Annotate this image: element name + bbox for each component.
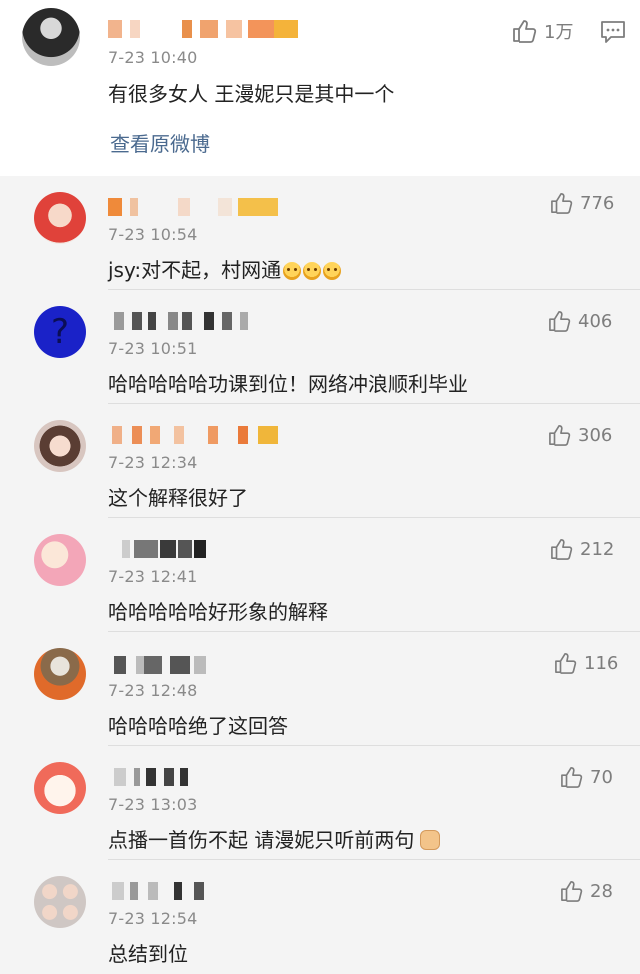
cartoon-face-avatar[interactable]	[34, 762, 86, 814]
comment-like-button[interactable]: 306	[548, 424, 612, 446]
comment-like-button[interactable]: 28	[560, 880, 613, 902]
comment-text: jsy:对不起，村网通	[108, 254, 342, 283]
comment-like-count: 776	[580, 192, 615, 214]
commenter-name[interactable]	[108, 656, 208, 674]
cartoon-boy-avatar[interactable]	[34, 534, 86, 586]
commenter-name[interactable]	[108, 198, 278, 216]
doge-emoji-icon	[323, 262, 342, 280]
red-hair-girl-avatar[interactable]	[34, 192, 86, 244]
comment-like-button[interactable]: 212	[550, 538, 614, 560]
comment-time: 7-23 12:41	[108, 567, 198, 586]
comment-text: 哈哈哈哈哈功课到位！网络冲浪顺利毕业	[108, 372, 468, 396]
comment-item: 7-23 10:54 jsy:对不起，村网通 776	[0, 176, 640, 290]
original-comment: 7-23 10:40 有很多女人 王漫妮只是其中一个 查看原微博 1万	[0, 0, 640, 176]
thumb-up-icon	[555, 653, 577, 674]
post-author-avatar[interactable]	[22, 8, 80, 66]
commenter-name[interactable]	[108, 882, 208, 900]
commenter-name[interactable]	[108, 768, 188, 786]
thumb-up-icon	[551, 193, 573, 214]
comment-time: 7-23 10:51	[108, 339, 198, 358]
comment-time: 7-23 13:03	[108, 795, 198, 814]
thumb-up-icon	[561, 767, 583, 788]
comment-time: 7-23 12:34	[108, 453, 198, 472]
post-text: 有很多女人 王漫妮只是其中一个	[108, 82, 395, 106]
comment-text: 哈哈哈哈哈好形象的解释	[108, 600, 328, 624]
doge-emoji-icon	[303, 262, 322, 280]
comment-like-count: 306	[578, 424, 613, 446]
thumb-up-icon	[551, 539, 573, 560]
comment-text: 总结到位	[108, 942, 188, 966]
thumb-up-icon	[549, 425, 571, 446]
group-photo-avatar[interactable]	[34, 876, 86, 928]
comment-like-button[interactable]: 776	[550, 192, 614, 214]
thumb-up-icon	[561, 881, 583, 902]
comment-text-content: jsy:对不起，村网通	[108, 258, 282, 282]
comment-like-count: 70	[590, 766, 613, 788]
comment-like-button[interactable]: 406	[548, 310, 612, 332]
comment-item: 7-23 12:48 哈哈哈哈绝了这回答 116	[0, 632, 640, 746]
comment-text-content: 点播一首伤不起 请漫妮只听前两句	[108, 828, 415, 852]
question-mark-avatar[interactable]: ?	[34, 306, 86, 358]
comment-text: 点播一首伤不起 请漫妮只听前两句	[108, 824, 441, 853]
comment-item: 7-23 12:41 哈哈哈哈哈好形象的解释 212	[0, 518, 640, 632]
comment-like-button[interactable]: 116	[554, 652, 618, 674]
comment-like-count: 406	[578, 310, 613, 332]
commenter-name[interactable]	[108, 426, 278, 444]
comment-like-count: 28	[590, 880, 613, 902]
post-author-name[interactable]	[108, 20, 298, 38]
comment-like-button[interactable]: 70	[560, 766, 613, 788]
comment-text: 哈哈哈哈绝了这回答	[108, 714, 288, 738]
post-like-count: 1万	[544, 22, 574, 43]
thumb-up-icon	[513, 20, 537, 43]
comment-time: 7-23 10:54	[108, 225, 198, 244]
toy-figure-avatar[interactable]	[34, 648, 86, 700]
comment-time: 7-23 12:54	[108, 909, 198, 928]
comment-icon[interactable]	[600, 20, 626, 44]
comment-item: ? 7-23 10:51 哈哈哈哈哈功课到位！网络冲浪顺利毕业 406	[0, 290, 640, 404]
comment-like-count: 212	[580, 538, 615, 560]
comment-text: 这个解释很好了	[108, 486, 248, 510]
comment-item: 7-23 12:34 这个解释很好了 306	[0, 404, 640, 518]
comment-item: 7-23 12:54 总结到位 28	[0, 860, 640, 974]
girl-photo-avatar[interactable]	[34, 420, 86, 472]
doge-emoji-icon	[283, 262, 302, 280]
commenter-name[interactable]	[108, 540, 208, 558]
view-original-link[interactable]: 查看原微博	[110, 128, 210, 157]
commenter-name[interactable]	[108, 312, 248, 330]
thumb-up-icon	[549, 311, 571, 332]
fist-emoji-icon	[420, 830, 441, 850]
post-time: 7-23 10:40	[108, 48, 198, 67]
comment-item: 7-23 13:03 点播一首伤不起 请漫妮只听前两句 70	[0, 746, 640, 860]
comment-like-count: 116	[584, 652, 619, 674]
comment-time: 7-23 12:48	[108, 681, 198, 700]
post-like-button[interactable]: 1万	[512, 18, 573, 44]
